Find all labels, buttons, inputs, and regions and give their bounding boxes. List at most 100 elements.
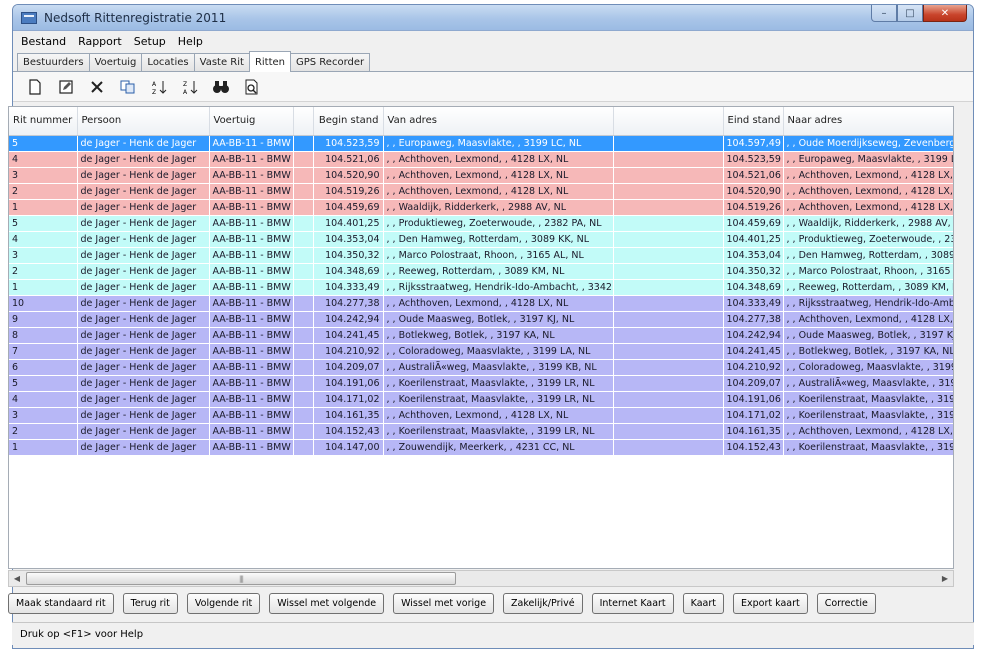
- maximize-button[interactable]: □: [897, 5, 923, 22]
- cell-rit-nummer: 3: [9, 167, 78, 184]
- cell-begin-stand: 104.242,94: [313, 311, 384, 328]
- scroll-right-icon[interactable]: ▶: [937, 571, 953, 586]
- find-button[interactable]: [207, 75, 235, 99]
- column-header-eind-stand[interactable]: Eind stand: [723, 107, 784, 136]
- cell-voertuig: AA-BB-11 - BMW - EX: [209, 391, 294, 408]
- volgende-rit-button[interactable]: Volgende rit: [186, 592, 261, 614]
- cell-naar-adres: , , Achthoven, Lexmond, , 4128 LX, NL: [783, 199, 953, 216]
- table-row[interactable]: 2 de Jager - Henk de Jager AA-BB-11 - BMW …: [9, 183, 953, 200]
- column-header-blank[interactable]: [293, 107, 314, 136]
- svg-text:A: A: [152, 81, 157, 88]
- table-row[interactable]: 4 de Jager - Henk de Jager AA-BB-11 - BMW …: [9, 151, 953, 168]
- table-row[interactable]: 9 de Jager - Henk de Jager AA-BB-11 - BMW …: [9, 311, 953, 328]
- export-kaart-button[interactable]: Export kaart: [733, 592, 808, 614]
- table-row[interactable]: 2 de Jager - Henk de Jager AA-BB-11 - BMW …: [9, 263, 953, 280]
- column-header-begin-stand[interactable]: Begin stand: [313, 107, 384, 136]
- correctie-button[interactable]: Correctie: [816, 592, 876, 614]
- cell-van-adres: , , Achthoven, Lexmond, , 4128 LX, NL: [383, 167, 614, 184]
- cell-eind-stand: 104.242,94: [723, 327, 784, 344]
- table-row[interactable]: 1 de Jager - Henk de Jager AA-BB-11 - BMW …: [9, 439, 953, 456]
- sort-descending-button[interactable]: ZA: [176, 75, 204, 99]
- scroll-left-icon[interactable]: ◀: [9, 571, 25, 586]
- table-row[interactable]: 3 de Jager - Henk de Jager AA-BB-11 - BMW …: [9, 167, 953, 184]
- cell-spacer: [293, 375, 314, 392]
- wissel-met-volgende-button[interactable]: Wissel met volgende: [269, 592, 385, 614]
- cell-persoon: de Jager - Henk de Jager: [77, 295, 210, 312]
- minimize-button[interactable]: –: [871, 5, 897, 22]
- wissel-met-vorige-button[interactable]: Wissel met vorige: [393, 592, 495, 614]
- table-row[interactable]: 5 de Jager - Henk de Jager AA-BB-11 - BMW …: [9, 135, 953, 152]
- print-preview-button[interactable]: [238, 75, 266, 99]
- new-button[interactable]: [21, 75, 49, 99]
- cell-begin-stand: 104.210,92: [313, 343, 384, 360]
- cell-spacer: [293, 215, 314, 232]
- column-header-van-adres[interactable]: Van adres: [383, 107, 614, 136]
- cell-begin-stand: 104.401,25: [313, 215, 384, 232]
- tab-bestuurders[interactable]: Bestuurders: [17, 53, 90, 71]
- maak-standaard-rit-button[interactable]: Maak standaard rit: [8, 592, 114, 614]
- table-row[interactable]: 4 de Jager - Henk de Jager AA-BB-11 - BMW …: [9, 391, 953, 408]
- cell-rit-nummer: 6: [9, 359, 78, 376]
- cell-van-adres: , , Koerilenstraat, Maasvlakte, , 3199 L…: [383, 423, 614, 440]
- copy-button[interactable]: [114, 75, 142, 99]
- cell-naar-adres: , , AustraliÃ«weg, Maasvlakte, , 3199: [783, 375, 953, 392]
- scrollbar-thumb[interactable]: |||: [26, 572, 456, 585]
- action-button-bar: Maak standaard rit Terug rit Volgende ri…: [8, 590, 954, 616]
- menu-rapport[interactable]: Rapport: [78, 35, 122, 48]
- cell-persoon: de Jager - Henk de Jager: [77, 263, 210, 280]
- column-header-rit-nummer[interactable]: Rit nummer: [9, 107, 78, 136]
- cell-eind-stand: 104.241,45: [723, 343, 784, 360]
- cell-rit-nummer: 3: [9, 407, 78, 424]
- rides-grid[interactable]: Rit nummer Persoon Voertuig Begin stand …: [8, 106, 954, 569]
- cell-spacer-2: [613, 327, 724, 344]
- terug-rit-button[interactable]: Terug rit: [122, 592, 178, 614]
- horizontal-scrollbar[interactable]: ◀ ||| ▶: [8, 570, 954, 587]
- cell-spacer: [293, 295, 314, 312]
- table-row[interactable]: 4 de Jager - Henk de Jager AA-BB-11 - BMW …: [9, 231, 953, 248]
- cell-van-adres: , , Zouwendijk, Meerkerk, , 4231 CC, NL: [383, 439, 614, 456]
- table-row[interactable]: 1 de Jager - Henk de Jager AA-BB-11 - BMW …: [9, 279, 953, 296]
- table-row[interactable]: 7 de Jager - Henk de Jager AA-BB-11 - BMW …: [9, 343, 953, 360]
- tab-ritten[interactable]: Ritten: [248, 51, 291, 72]
- cell-rit-nummer: 9: [9, 311, 78, 328]
- column-header-blank-2[interactable]: [613, 107, 724, 136]
- table-row[interactable]: 6 de Jager - Henk de Jager AA-BB-11 - BMW …: [9, 359, 953, 376]
- cell-eind-stand: 104.210,92: [723, 359, 784, 376]
- tab-voertuig[interactable]: Voertuig: [88, 53, 143, 71]
- sort-ascending-button[interactable]: AZ: [145, 75, 173, 99]
- menu-bestand[interactable]: Bestand: [21, 35, 66, 48]
- edit-button[interactable]: [52, 75, 80, 99]
- tab-locaties[interactable]: Locaties: [141, 53, 195, 71]
- table-row[interactable]: 3 de Jager - Henk de Jager AA-BB-11 - BMW …: [9, 407, 953, 424]
- close-button[interactable]: ✕: [923, 5, 967, 22]
- table-row[interactable]: 10 de Jager - Henk de Jager AA-BB-11 - BMW…: [9, 295, 953, 312]
- cell-spacer-2: [613, 375, 724, 392]
- tab-vaste-rit[interactable]: Vaste Rit: [193, 53, 250, 71]
- table-row[interactable]: 5 de Jager - Henk de Jager AA-BB-11 - BMW …: [9, 375, 953, 392]
- table-row[interactable]: 2 de Jager - Henk de Jager AA-BB-11 - BMW …: [9, 423, 953, 440]
- cell-naar-adres: , , Den Hamweg, Rotterdam, , 3089 KI: [783, 247, 953, 264]
- delete-button[interactable]: [83, 75, 111, 99]
- table-row[interactable]: 1 de Jager - Henk de Jager AA-BB-11 - BMW …: [9, 199, 953, 216]
- internet-kaart-button[interactable]: Internet Kaart: [591, 592, 674, 614]
- menu-setup[interactable]: Setup: [134, 35, 166, 48]
- table-row[interactable]: 8 de Jager - Henk de Jager AA-BB-11 - BMW …: [9, 327, 953, 344]
- tab-gps-recorder[interactable]: GPS Recorder: [290, 53, 371, 71]
- cell-van-adres: , , Coloradoweg, Maasvlakte, , 3199 LA, …: [383, 343, 614, 360]
- cell-spacer-2: [613, 215, 724, 232]
- cell-naar-adres: , , Koerilenstraat, Maasvlakte, , 3199: [783, 391, 953, 408]
- table-row[interactable]: 5 de Jager - Henk de Jager AA-BB-11 - BMW …: [9, 215, 953, 232]
- menu-help[interactable]: Help: [178, 35, 203, 48]
- cell-persoon: de Jager - Henk de Jager: [77, 359, 210, 376]
- table-row[interactable]: 3 de Jager - Henk de Jager AA-BB-11 - BMW …: [9, 247, 953, 264]
- title-bar[interactable]: Nedsoft Rittenregistratie 2011 – □ ✕: [13, 5, 973, 31]
- zakelijk-prive-button[interactable]: Zakelijk/Privé: [503, 592, 583, 614]
- cell-rit-nummer: 2: [9, 263, 78, 280]
- kaart-button[interactable]: Kaart: [682, 592, 724, 614]
- column-header-naar-adres[interactable]: Naar adres: [783, 107, 953, 136]
- column-header-persoon[interactable]: Persoon: [77, 107, 210, 136]
- cell-rit-nummer: 2: [9, 423, 78, 440]
- cell-begin-stand: 104.523,59: [313, 135, 384, 152]
- binoculars-icon: [213, 80, 229, 93]
- column-header-voertuig[interactable]: Voertuig: [209, 107, 294, 136]
